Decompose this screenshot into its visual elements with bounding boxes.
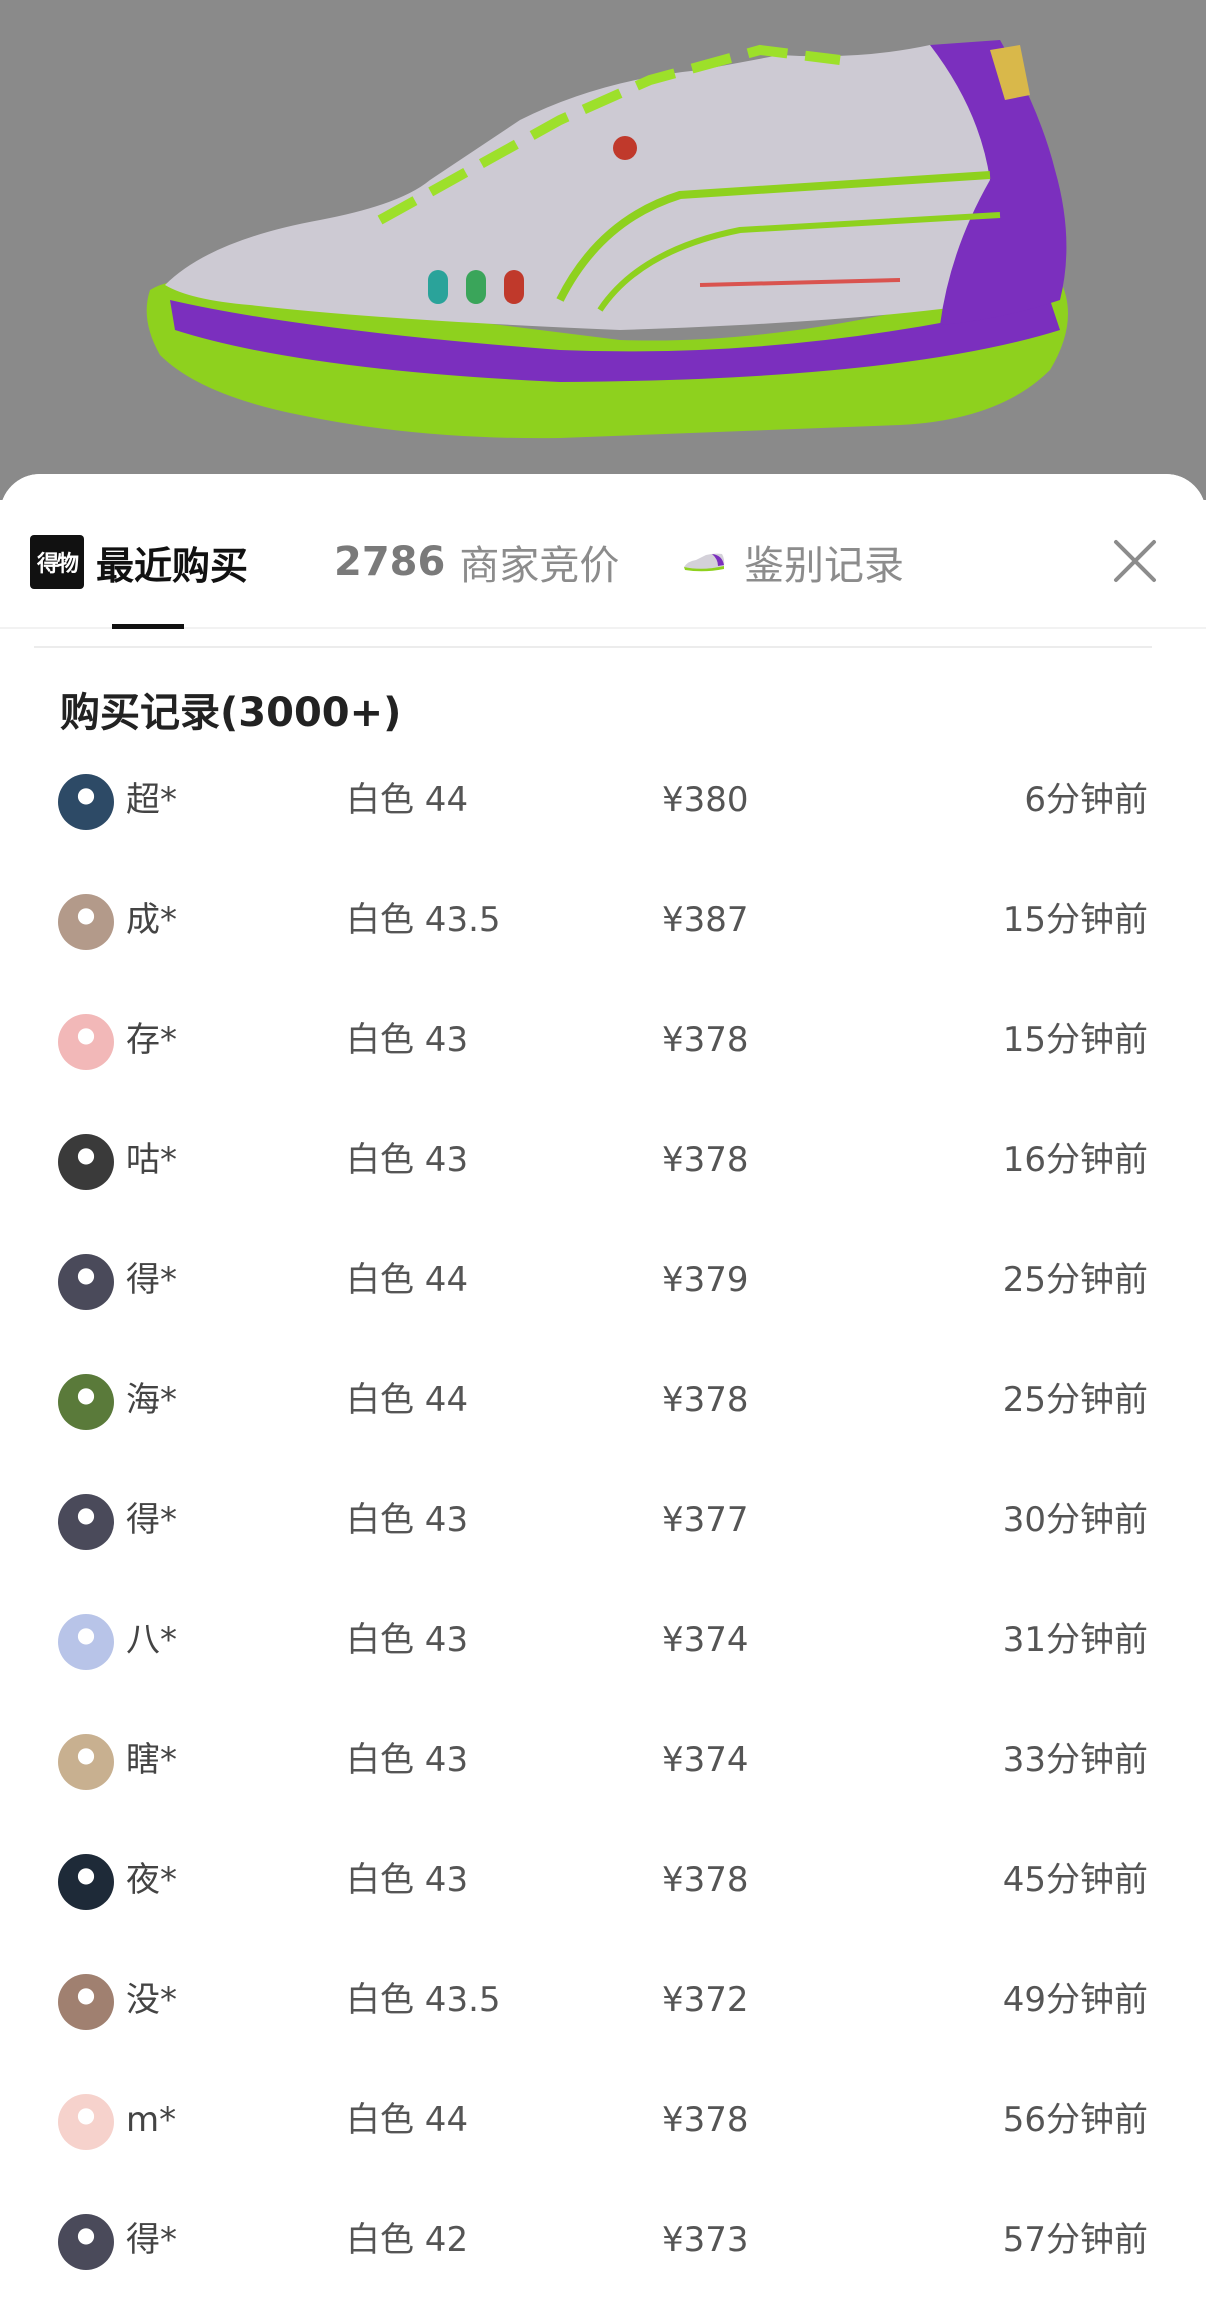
tab-merchant-bids[interactable]: 2786 商家竞价	[334, 532, 619, 592]
purchase-time: 57分钟前	[1002, 2220, 1148, 2260]
tab-merchant-bids-label: 商家竞价	[459, 543, 620, 589]
buyer-name: 八*	[126, 1620, 177, 1660]
tab-recent-purchases[interactable]: 得物 最近购买	[30, 532, 248, 592]
buyer-name: 瞎*	[126, 1740, 177, 1780]
size-spec: 白色 43	[346, 1020, 469, 1060]
price: ¥374	[662, 1740, 749, 1780]
price: ¥373	[662, 2220, 749, 2260]
user-avatar	[58, 774, 114, 830]
buyer-name: 没*	[126, 1980, 177, 2020]
price: ¥379	[662, 1260, 749, 1300]
purchase-record-row: 海* 白色 44 ¥378 25分钟前	[58, 1360, 1148, 1440]
purchase-record-row: m* 白色 44 ¥378 56分钟前	[58, 2080, 1148, 2160]
purchase-time: 49分钟前	[1002, 1980, 1148, 2020]
tab-recent-purchases-label: 最近购买	[96, 543, 249, 588]
purchase-record-row: 得* 白色 42 ¥373 57分钟前	[58, 2200, 1148, 2280]
active-tab-indicator	[112, 624, 184, 629]
user-avatar	[58, 1134, 114, 1190]
size-spec: 白色 43	[346, 1620, 469, 1660]
purchase-record-row: 存* 白色 43 ¥378 15分钟前	[58, 1000, 1148, 1080]
size-spec: 白色 44	[346, 1260, 469, 1300]
user-avatar	[58, 2094, 114, 2150]
user-avatar	[58, 1494, 114, 1550]
purchase-time: 6分钟前	[1024, 780, 1148, 820]
user-avatar	[58, 2214, 114, 2270]
user-avatar	[58, 894, 114, 950]
purchase-record-row: 得* 白色 44 ¥379 25分钟前	[58, 1240, 1148, 1320]
purchase-record-row: 八* 白色 43 ¥374 31分钟前	[58, 1600, 1148, 1680]
purchase-time: 45分钟前	[1002, 1860, 1148, 1900]
buyer-name: 海*	[126, 1380, 177, 1420]
buyer-name: 存*	[126, 1020, 177, 1060]
price: ¥374	[662, 1620, 749, 1660]
buyer-name: 得*	[126, 1500, 177, 1540]
divider	[34, 646, 1152, 648]
purchase-record-row: 没* 白色 43.5 ¥372 49分钟前	[58, 1960, 1148, 2040]
purchase-record-row: 成* 白色 43.5 ¥387 15分钟前	[58, 880, 1148, 960]
buyer-name: 咕*	[126, 1140, 177, 1180]
buyer-name: 成*	[126, 900, 177, 940]
purchase-record-row: 夜* 白色 43 ¥378 45分钟前	[58, 1840, 1148, 1920]
purchase-record-row: 瞎* 白色 43 ¥374 33分钟前	[58, 1720, 1148, 1800]
buyer-name: 夜*	[126, 1860, 177, 1900]
user-avatar	[58, 1014, 114, 1070]
purchase-time: 15分钟前	[1002, 900, 1148, 940]
purchase-time: 33分钟前	[1002, 1740, 1148, 1780]
user-avatar	[58, 1374, 114, 1430]
purchase-time: 31分钟前	[1002, 1620, 1148, 1660]
purchase-time: 56分钟前	[1002, 2100, 1148, 2140]
size-spec: 白色 44	[346, 780, 469, 820]
purchase-time: 30分钟前	[1002, 1500, 1148, 1540]
buyer-name: 超*	[126, 780, 177, 820]
size-spec: 白色 42	[346, 2220, 469, 2260]
price: ¥380	[662, 780, 749, 820]
user-avatar	[58, 1974, 114, 2030]
user-avatar	[58, 1614, 114, 1670]
shoe-thumbnail-icon	[684, 553, 725, 572]
product-shoe-image	[146, 40, 1068, 439]
dewu-logo-icon: 得物	[30, 535, 84, 589]
purchase-time: 25分钟前	[1002, 1380, 1148, 1420]
price: ¥387	[662, 900, 749, 940]
size-spec: 白色 44	[346, 1380, 469, 1420]
user-avatar	[58, 1854, 114, 1910]
price: ¥372	[662, 1980, 749, 2020]
price: ¥378	[662, 2100, 749, 2140]
purchase-record-row: 超* 白色 44 ¥380 6分钟前	[58, 760, 1148, 840]
purchase-records-title: 购买记录(3000+)	[60, 690, 402, 736]
buyer-name: m*	[126, 2100, 177, 2140]
purchase-time: 16分钟前	[1002, 1140, 1148, 1180]
user-avatar	[58, 1254, 114, 1310]
size-spec: 白色 43.5	[346, 1980, 501, 2020]
tab-authentication-records[interactable]: 鉴别记录	[682, 532, 904, 592]
price: ¥377	[662, 1500, 749, 1540]
size-spec: 白色 43	[346, 1500, 469, 1540]
merchant-bids-count: 2786	[334, 539, 446, 585]
buyer-name: 得*	[126, 1260, 177, 1300]
close-icon[interactable]	[1110, 536, 1160, 586]
size-spec: 白色 43	[346, 1740, 469, 1780]
purchase-record-row: 咕* 白色 43 ¥378 16分钟前	[58, 1120, 1148, 1200]
purchase-time: 15分钟前	[1002, 1020, 1148, 1060]
purchase-time: 25分钟前	[1002, 1260, 1148, 1300]
price: ¥378	[662, 1380, 749, 1420]
price: ¥378	[662, 1140, 749, 1180]
size-spec: 白色 43	[346, 1140, 469, 1180]
user-avatar	[58, 1734, 114, 1790]
size-spec: 白色 43	[346, 1860, 469, 1900]
product-image-backdrop	[0, 0, 1206, 500]
size-spec: 白色 43.5	[346, 900, 501, 940]
price: ¥378	[662, 1020, 749, 1060]
tab-authentication-records-label: 鉴别记录	[744, 543, 904, 589]
size-spec: 白色 44	[346, 2100, 469, 2140]
purchase-record-row: 得* 白色 43 ¥377 30分钟前	[58, 1480, 1148, 1560]
buyer-name: 得*	[126, 2220, 177, 2260]
tab-bar: 得物 最近购买 2786 商家竞价 鉴别记录	[0, 474, 1206, 629]
records-region: 购买记录(3000+) 超* 白色 44 ¥380 6分钟前成* 白色 43.5 ¥387…	[0, 630, 1206, 2306]
price: ¥378	[662, 1860, 749, 1900]
